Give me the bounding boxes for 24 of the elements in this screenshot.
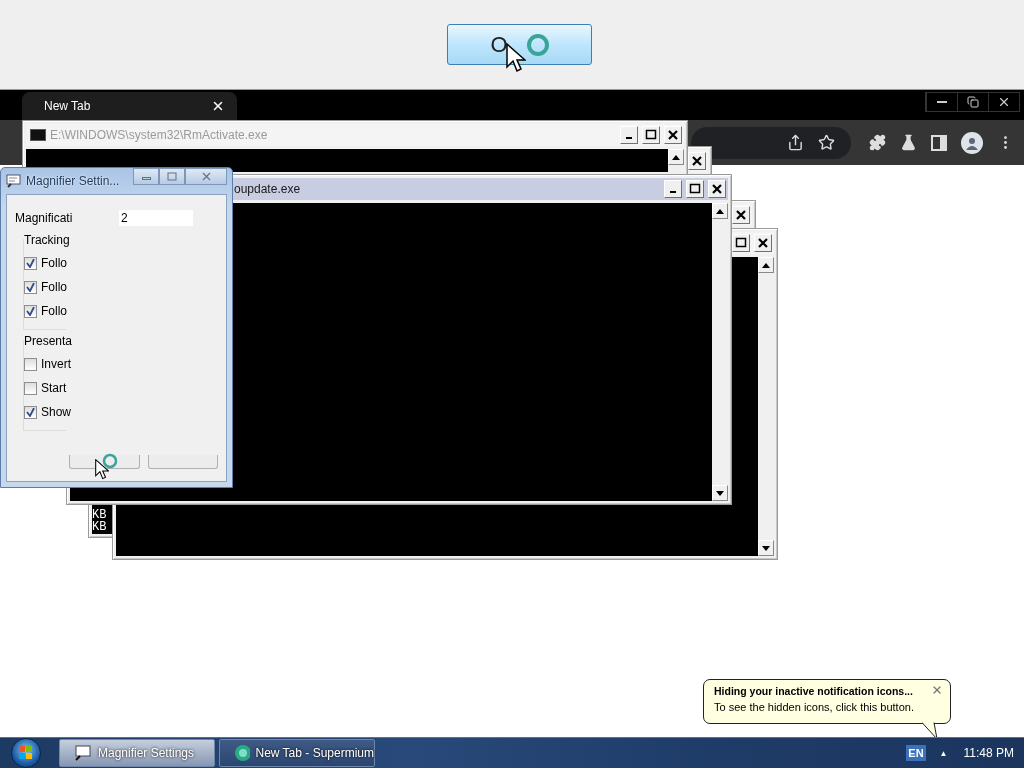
console-text: KB xyxy=(92,521,107,533)
checkbox-label: Show xyxy=(41,405,72,419)
clock[interactable]: 11:48 PM xyxy=(963,746,1014,760)
checkbox-label: Follo xyxy=(41,280,67,294)
checkbox-label: Follo xyxy=(41,256,67,270)
group-label: Presenta xyxy=(24,334,73,348)
balloon-text: To see the hidden icons, click this button. xyxy=(714,701,915,713)
checkbox-label: Follo xyxy=(41,304,67,318)
window-title: E:\WINDOWS\system32\RmActivate.exe xyxy=(50,128,269,142)
language-indicator[interactable]: EN xyxy=(906,745,926,761)
field-label: Magnificati xyxy=(15,211,74,225)
checkbox-label: Start xyxy=(41,381,67,395)
ok-button[interactable]: O xyxy=(446,24,592,65)
console-text: KB xyxy=(92,509,107,521)
checkbox-label: Invert xyxy=(41,357,71,371)
magnification-field[interactable]: 2 xyxy=(119,210,193,226)
window-title: oupdate.exe xyxy=(234,182,302,196)
browser-tab[interactable]: New Tab xyxy=(22,92,237,120)
tab-title: New Tab xyxy=(44,99,91,113)
taskbar-button[interactable]: New Tab - Supermium xyxy=(219,739,375,767)
window-title: Magnifier Settin... xyxy=(26,174,121,188)
balloon-title: Hiding your inactive notification icons... xyxy=(714,685,913,697)
group-label: Tracking xyxy=(24,233,70,247)
show-hidden-icons-button[interactable]: ▲ xyxy=(939,748,948,758)
